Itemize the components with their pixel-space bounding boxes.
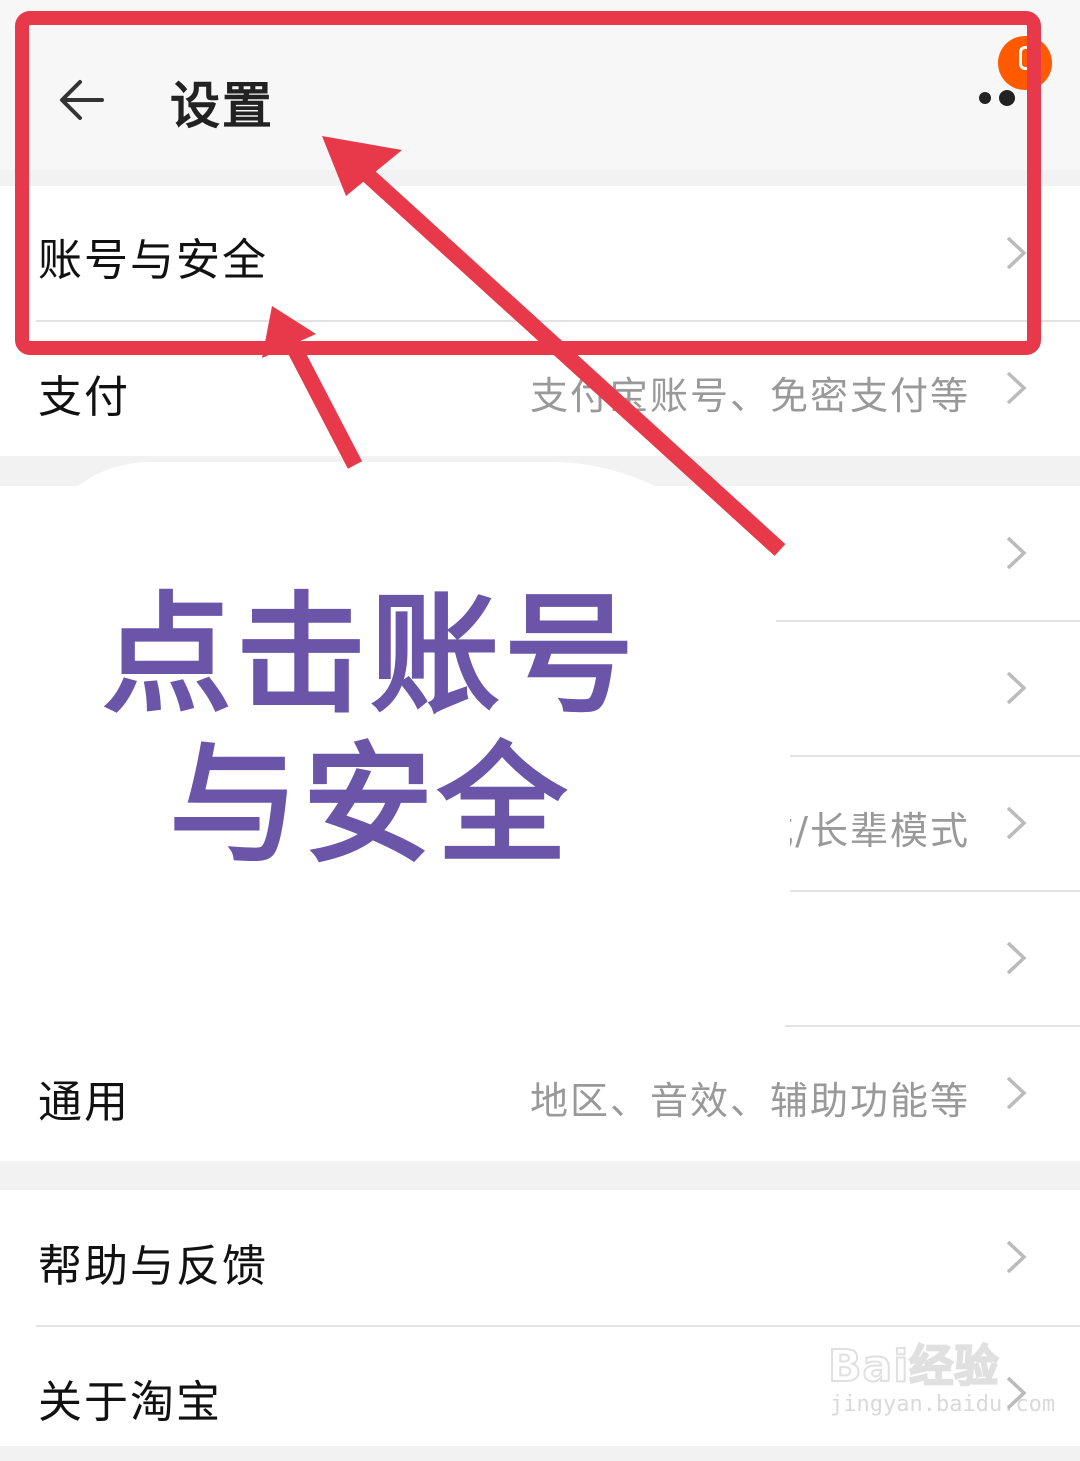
arrow-to-title — [354, 162, 786, 556]
highlight-box — [15, 11, 1041, 355]
annotation-layer — [15, 11, 1041, 556]
watermark-logo: Bai经验 — [827, 1340, 1000, 1393]
watermark-url: jingyan.baidu.com — [830, 1392, 1056, 1417]
baidu-watermark: Bai经验 jingyan.baidu.com — [827, 1330, 1055, 1430]
arrow-to-account — [282, 336, 363, 469]
